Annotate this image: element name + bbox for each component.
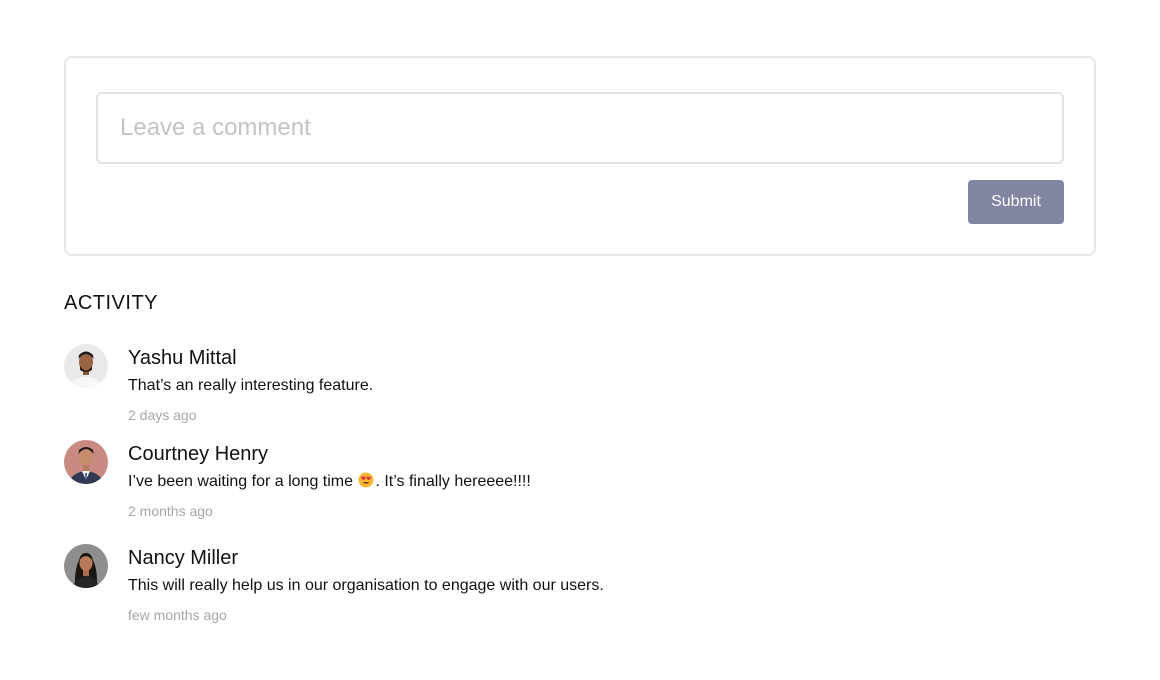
activity-heading: ACTIVITY	[64, 292, 159, 314]
timestamp: 2 months ago	[128, 503, 213, 519]
comment-text: I’ve been waiting for a long time . It’s…	[128, 472, 1096, 492]
comment-text: This will really help us in our organisa…	[128, 577, 604, 594]
timestamp: few months ago	[128, 607, 227, 623]
comments-page: Submit ACTIVITY Yashu Mittal That’s an r…	[0, 0, 1160, 680]
activity-list: Yashu Mittal That’s an really interestin…	[64, 344, 1096, 640]
comment-input[interactable]	[96, 92, 1064, 164]
avatar-man-suit-icon	[64, 440, 108, 484]
comment-text-part: I’ve been waiting for a long time	[128, 473, 358, 490]
comment-form-card: Submit	[64, 56, 1096, 256]
activity-item: Yashu Mittal That’s an really interestin…	[64, 344, 1096, 440]
activity-item: Courtney Henry I’ve been waiting for a l…	[64, 440, 1096, 536]
comment-text-part: . It’s finally hereeee!!!!	[375, 473, 531, 490]
activity-item: Nancy Miller This will really help us in…	[64, 544, 1096, 640]
timestamp: 2 days ago	[128, 407, 197, 423]
avatar[interactable]	[64, 344, 108, 388]
comment-text: That’s an really interesting feature.	[128, 377, 374, 394]
avatar[interactable]	[64, 440, 108, 484]
avatar[interactable]	[64, 544, 108, 588]
submit-button[interactable]: Submit	[968, 180, 1064, 224]
heart-eyes-emoji-icon	[358, 472, 374, 488]
author-name[interactable]: Courtney Henry	[128, 440, 1096, 466]
avatar-woman-icon	[64, 544, 108, 588]
author-name[interactable]: Nancy Miller	[128, 544, 1096, 570]
avatar-man-white-shirt-icon	[64, 344, 108, 388]
author-name[interactable]: Yashu Mittal	[128, 344, 1096, 370]
